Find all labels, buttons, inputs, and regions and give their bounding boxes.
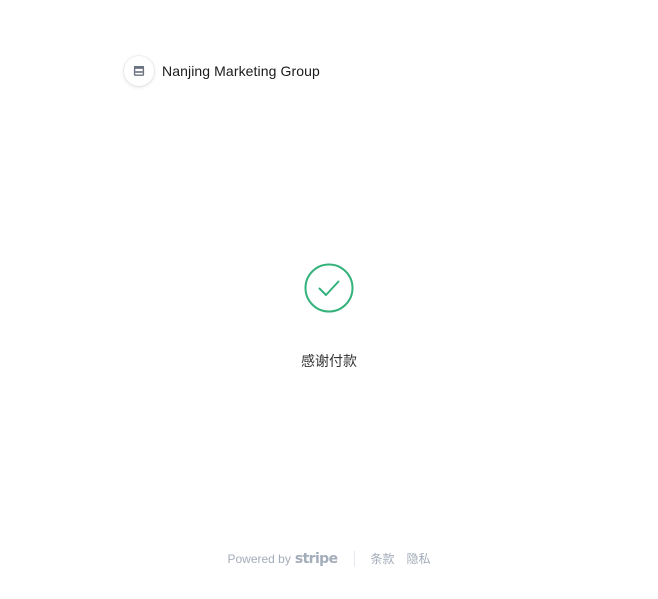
thank-you-message: 感谢付款 (301, 354, 357, 370)
footer: Powered by stripe 条款 隐私 (0, 550, 658, 567)
powered-by-stripe-link[interactable]: Powered by stripe (227, 550, 338, 567)
checkmark-circle-icon (304, 263, 354, 313)
merchant-header: Nanjing Marketing Group (124, 56, 320, 86)
privacy-link[interactable]: 隐私 (407, 550, 431, 567)
store-icon (124, 56, 154, 86)
stripe-logo: stripe (294, 550, 338, 567)
terms-link[interactable]: 条款 (371, 550, 395, 567)
footer-divider (353, 550, 355, 567)
payment-success-panel: 感谢付款 (0, 263, 658, 371)
powered-by-label: Powered by (227, 551, 291, 566)
merchant-name: Nanjing Marketing Group (162, 63, 320, 79)
